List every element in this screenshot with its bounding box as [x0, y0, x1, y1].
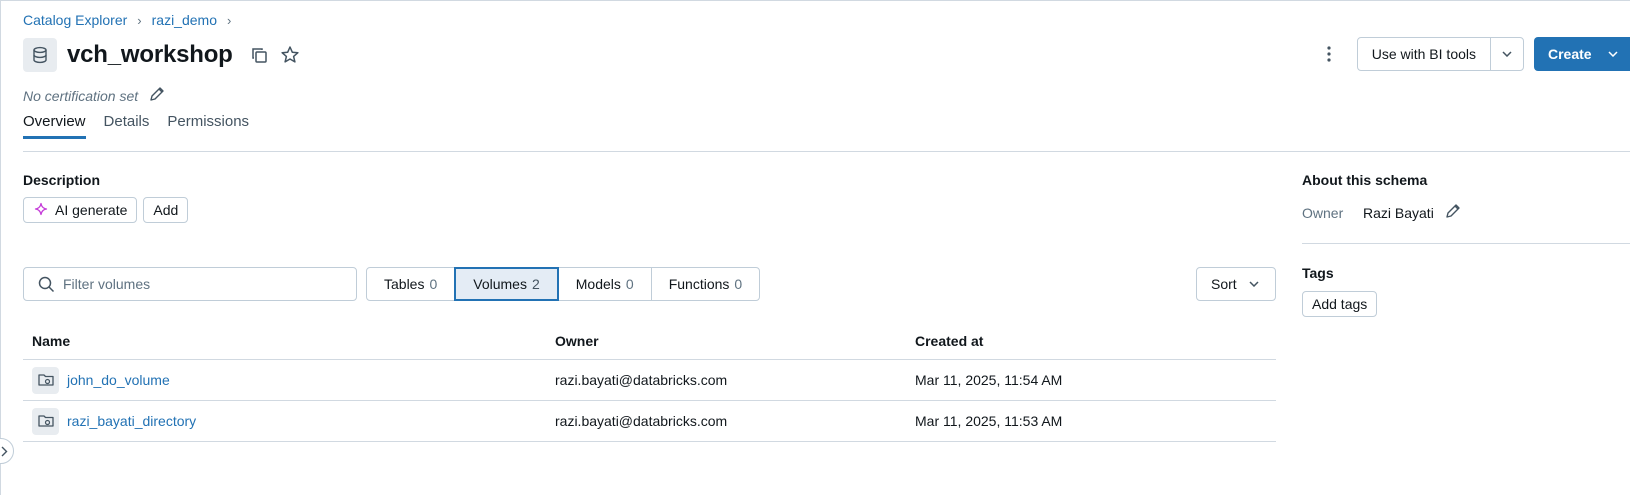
column-header-name[interactable]: Name: [23, 333, 555, 349]
segment-models[interactable]: Models 0: [557, 267, 652, 301]
bi-tools-dropdown-button[interactable]: [1490, 38, 1523, 70]
sort-label: Sort: [1211, 276, 1237, 292]
cell-created: Mar 11, 2025, 11:54 AM: [915, 372, 1063, 388]
segment-label: Functions: [668, 276, 730, 292]
sparkle-icon: [34, 202, 48, 216]
segment-count: 2: [531, 276, 540, 292]
header-actions: Use with BI tools Create: [1315, 37, 1630, 71]
table-header: Name Owner Created at: [23, 322, 1276, 360]
volume-folder-icon: [32, 366, 59, 394]
owner-value: Razi Bayati: [1363, 204, 1434, 221]
bi-tools-split-button: Use with BI tools: [1356, 37, 1524, 71]
segment-tables[interactable]: Tables 0: [366, 267, 456, 301]
expand-sidebar-button[interactable]: [0, 438, 14, 464]
column-header-created[interactable]: Created at: [915, 333, 1276, 349]
ai-generate-button[interactable]: AI generate: [23, 197, 138, 223]
cell-owner: razi.bayati@databricks.com: [555, 372, 728, 388]
table-row[interactable]: razi_bayati_directory razi.bayati@databr…: [23, 401, 1276, 442]
search-icon: [38, 276, 55, 292]
table-row[interactable]: john_do_volume razi.bayati@databricks.co…: [23, 360, 1276, 401]
owner-row: Owner Razi Bayati: [1302, 202, 1462, 223]
segment-label: Volumes: [473, 276, 527, 292]
tab-details[interactable]: Details: [104, 113, 150, 139]
description-actions: AI generate Add: [23, 197, 189, 223]
cell-owner: razi.bayati@databricks.com: [555, 413, 728, 429]
page-title: vch_workshop: [67, 41, 233, 68]
breadcrumb-separator-icon: ›: [137, 12, 142, 28]
tabs-divider: [23, 151, 1630, 152]
sort-button[interactable]: Sort: [1196, 267, 1276, 301]
add-description-button[interactable]: Add: [143, 197, 189, 223]
pencil-icon[interactable]: [1444, 202, 1462, 223]
star-icon[interactable]: [279, 44, 301, 66]
kebab-menu-icon[interactable]: [1315, 40, 1343, 68]
volume-name-link[interactable]: john_do_volume: [67, 372, 170, 388]
tab-overview[interactable]: Overview: [23, 113, 86, 139]
chevron-down-icon: [1608, 51, 1618, 57]
create-button-label: Create: [1548, 46, 1592, 62]
segment-volumes[interactable]: Volumes 2: [454, 267, 559, 301]
tab-permissions[interactable]: Permissions: [167, 113, 249, 139]
segment-count: 0: [429, 276, 438, 292]
tags-label: Tags: [1302, 265, 1334, 281]
chevron-down-icon: [1249, 281, 1259, 287]
column-header-owner[interactable]: Owner: [555, 333, 915, 349]
add-tags-button[interactable]: Add tags: [1302, 291, 1378, 317]
segment-label: Tables: [384, 276, 425, 292]
title-row: vch_workshop: [23, 38, 309, 72]
use-with-bi-tools-button[interactable]: Use with BI tools: [1358, 38, 1490, 70]
chevron-down-icon: [1502, 51, 1512, 57]
owner-key: Owner: [1302, 204, 1344, 221]
filter-volumes-input[interactable]: [63, 276, 343, 292]
asset-type-segmented-control: Tables 0 Volumes 2 Models 0 Functions 0: [366, 267, 761, 301]
create-button[interactable]: Create: [1534, 37, 1630, 71]
breadcrumb-catalog-explorer[interactable]: Catalog Explorer: [23, 12, 127, 28]
segment-functions[interactable]: Functions 0: [650, 267, 761, 301]
description-label: Description: [23, 172, 101, 188]
about-divider: [1302, 243, 1630, 244]
cell-created: Mar 11, 2025, 11:53 AM: [915, 413, 1063, 429]
pencil-icon[interactable]: [148, 85, 166, 106]
volume-name-link[interactable]: razi_bayati_directory: [67, 413, 196, 429]
about-schema-title: About this schema: [1302, 172, 1428, 188]
tab-bar: Overview Details Permissions: [23, 113, 249, 139]
certification-row: No certification set: [23, 85, 166, 106]
copy-icon[interactable]: [249, 44, 271, 66]
volume-folder-icon: [32, 407, 59, 435]
segment-count: 0: [625, 276, 634, 292]
certification-status: No certification set: [23, 87, 139, 104]
schema-database-icon: [23, 38, 57, 72]
chevron-right-icon: [1, 446, 8, 456]
segment-count: 0: [734, 276, 743, 292]
breadcrumb: Catalog Explorer › razi_demo ›: [23, 12, 231, 28]
filter-volumes-field: [23, 267, 357, 301]
volumes-table: Name Owner Created at john_do_volume raz…: [23, 322, 1276, 442]
cell-name: john_do_volume: [23, 366, 555, 394]
breadcrumb-catalog[interactable]: razi_demo: [152, 12, 217, 28]
breadcrumb-separator-icon: ›: [227, 12, 232, 28]
segment-label: Models: [575, 276, 621, 292]
ai-generate-label: AI generate: [55, 202, 128, 218]
cell-name: razi_bayati_directory: [23, 407, 555, 435]
